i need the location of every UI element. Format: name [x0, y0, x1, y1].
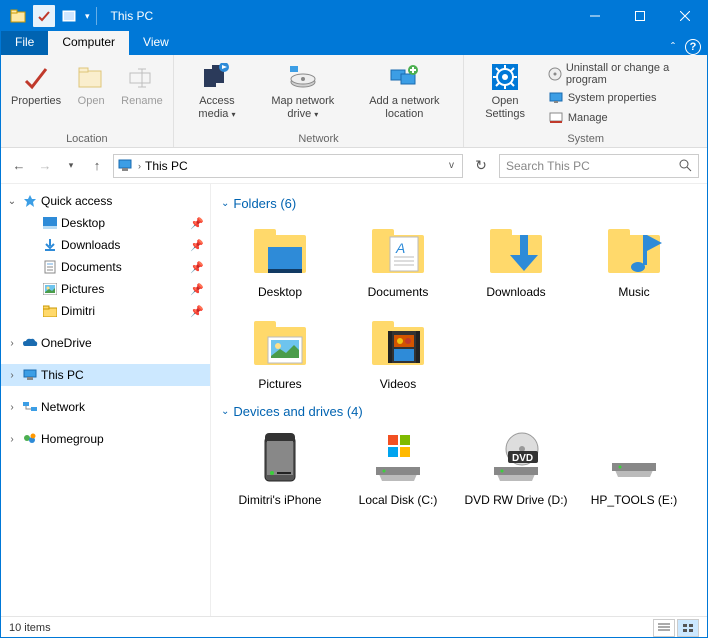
open-button: Open	[67, 59, 115, 132]
pin-icon: 📌	[190, 261, 204, 274]
folder-desktop[interactable]: Desktop	[221, 215, 339, 307]
pin-icon: 📌	[190, 217, 204, 230]
svg-text:DVD: DVD	[512, 453, 533, 464]
documents-icon	[41, 259, 59, 275]
maximize-button[interactable]	[617, 1, 662, 31]
downloads-icon	[41, 237, 59, 253]
close-button[interactable]	[662, 1, 707, 31]
tree-this-pc[interactable]: ›This PC	[1, 364, 210, 386]
rename-button: Rename	[117, 59, 167, 132]
group-network-label: Network	[180, 132, 458, 145]
chevron-down-icon: ⌄	[221, 198, 229, 209]
tree-dimitri[interactable]: Dimitri📌	[1, 300, 210, 322]
tree-documents[interactable]: Documents📌	[1, 256, 210, 278]
cd-icon	[548, 66, 562, 82]
group-location-label: Location	[7, 132, 167, 145]
view-details-button[interactable]	[653, 619, 675, 637]
tab-view[interactable]: View	[129, 31, 183, 55]
network-icon	[21, 399, 39, 415]
manage-button[interactable]: Manage	[546, 109, 697, 127]
group-system-label: System	[470, 132, 701, 145]
add-network-location-button[interactable]: Add a network location	[351, 59, 457, 132]
folder-documents[interactable]: A Documents	[339, 215, 457, 307]
tree-downloads[interactable]: Downloads📌	[1, 234, 210, 256]
title-bar: ▾ This PC	[1, 1, 707, 31]
homegroup-icon	[21, 431, 39, 447]
pc-icon	[21, 367, 39, 383]
address-dropdown-icon[interactable]: v	[445, 160, 458, 171]
ribbon-tabs: File Computer View ˆ ?	[1, 31, 707, 55]
status-item-count: 10 items	[9, 622, 51, 634]
window-title: This PC	[111, 9, 154, 23]
view-large-icons-button[interactable]	[677, 619, 699, 637]
manage-icon	[548, 110, 564, 126]
folder-pictures[interactable]: Pictures	[221, 307, 339, 399]
onedrive-icon	[21, 335, 39, 351]
pc-icon	[118, 159, 134, 173]
help-icon[interactable]: ?	[685, 39, 701, 55]
explorer-icon	[7, 5, 29, 27]
device-iphone[interactable]: Dimitri's iPhone	[221, 423, 339, 515]
ribbon-collapse-icon[interactable]: ˆ	[671, 40, 675, 54]
pin-icon: 📌	[190, 305, 204, 318]
tree-network[interactable]: ›Network	[1, 396, 210, 418]
section-folders-header[interactable]: ⌄Folders (6)	[221, 192, 697, 215]
uninstall-program-button[interactable]: Uninstall or change a program	[546, 61, 697, 87]
qat-dropdown-icon[interactable]: ▾	[85, 11, 90, 22]
tree-pictures[interactable]: Pictures📌	[1, 278, 210, 300]
recent-locations-button[interactable]: ▾	[61, 156, 81, 176]
folder-downloads[interactable]: Downloads	[457, 215, 575, 307]
qat-properties-icon[interactable]	[33, 5, 55, 27]
address-bar[interactable]: › This PC v	[113, 154, 463, 178]
folder-videos[interactable]: Videos	[339, 307, 457, 399]
desktop-icon	[41, 215, 59, 231]
back-button[interactable]: ←	[9, 156, 29, 176]
tab-computer[interactable]: Computer	[48, 31, 129, 55]
section-devices-header[interactable]: ⌄Devices and drives (4)	[221, 400, 697, 423]
svg-text:A: A	[395, 240, 405, 256]
forward-button: →	[35, 156, 55, 176]
pin-icon: 📌	[190, 283, 204, 296]
monitor-icon	[548, 90, 564, 106]
search-placeholder: Search This PC	[506, 159, 590, 173]
star-icon	[21, 193, 39, 209]
refresh-button[interactable]: ↻	[469, 154, 493, 178]
access-media-button[interactable]: Access media ▾	[180, 59, 254, 132]
nav-bar: ← → ▾ ↑ › This PC v ↻ Search This PC	[1, 148, 707, 184]
qat-newfolder-icon[interactable]	[59, 5, 81, 27]
tree-homegroup[interactable]: ›Homegroup	[1, 428, 210, 450]
up-button[interactable]: ↑	[87, 156, 107, 176]
device-hp-tools[interactable]: HP_TOOLS (E:)	[575, 423, 693, 515]
chevron-down-icon: ⌄	[221, 406, 229, 417]
pin-icon: 📌	[190, 239, 204, 252]
search-icon	[679, 159, 692, 172]
content-pane: ⌄Folders (6) Desktop A Documents Downloa…	[211, 184, 707, 616]
minimize-button[interactable]	[572, 1, 617, 31]
tree-onedrive[interactable]: ›OneDrive	[1, 332, 210, 354]
tree-desktop[interactable]: Desktop📌	[1, 212, 210, 234]
map-drive-button[interactable]: Map network drive ▾	[256, 59, 349, 132]
search-input[interactable]: Search This PC	[499, 154, 699, 178]
pictures-icon	[41, 281, 59, 297]
device-dvd-drive[interactable]: DVD DVD RW Drive (D:)	[457, 423, 575, 515]
tab-file[interactable]: File	[1, 31, 48, 55]
ribbon: Properties Open Rename Location Access m…	[1, 55, 707, 148]
address-text: This PC	[145, 159, 188, 173]
tree-quick-access[interactable]: ⌄Quick access	[1, 190, 210, 212]
folder-icon	[41, 303, 59, 319]
open-settings-button[interactable]: Open Settings	[470, 59, 540, 132]
status-bar: 10 items	[1, 616, 707, 639]
folder-music[interactable]: Music	[575, 215, 693, 307]
navigation-pane: ⌄Quick access Desktop📌 Downloads📌 Docume…	[1, 184, 211, 616]
device-local-disk[interactable]: Local Disk (C:)	[339, 423, 457, 515]
system-properties-button[interactable]: System properties	[546, 89, 697, 107]
properties-button[interactable]: Properties	[7, 59, 65, 132]
